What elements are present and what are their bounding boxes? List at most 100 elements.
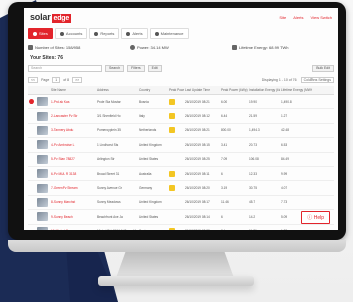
row-pin-icon [28,99,36,105]
toplink-alerts[interactable]: Alerts [293,15,303,20]
table-row[interactable]: 3-Tannery Abdu Pomeroyplein 35 Netherlands… [28,124,334,139]
site-country: Spain [138,229,168,230]
scroll-indicator [310,78,313,81]
pagination: << Page 1 of 8 >> Displaying 1 - 10 of 7… [28,76,334,84]
site-address: Pomeroyplein 35 [97,128,121,133]
site-thumbnail [36,111,50,121]
col-header-lifetime-energy[interactable]: Lifetime Energy (MWh) [280,88,312,92]
logo-prefix: solar [30,11,51,22]
site-address: Arlington Str [97,157,115,162]
site-thumbnail [36,226,50,230]
next-page-button[interactable]: >> [72,77,83,83]
site-name-link[interactable]: 3-Tannery Abdu [50,128,96,132]
peak-power: 800.00 [221,128,231,133]
site-name-link[interactable]: 4-Pv Ambroise L [50,143,96,147]
site-name-link[interactable]: 5-Pv Stan 78827 [50,157,96,161]
summary-sites: Number of Sites: 158/958 [28,44,130,50]
status-badge [168,127,184,134]
table-row[interactable]: 9-Sunny Beach Beachfront Ave Ja United Sta… [28,210,334,225]
toplink-site[interactable]: Site [279,15,286,20]
tab-sites[interactable]: Sites [28,28,53,39]
tab-accounts[interactable]: Accounts [54,28,88,39]
peak-power: 2.4 [220,229,248,230]
status-indicator [169,98,175,105]
prev-page-button[interactable]: << [28,77,39,83]
monitor-screen: solar edge Site Alerts View Switch Sites … [24,8,338,230]
col-header-site-name[interactable]: Site Name [50,88,96,92]
col-header-installation-energy[interactable]: Installation Energy (kWh) [248,88,280,92]
app-topbar: solar edge Site Alerts View Switch [24,8,338,26]
table-row[interactable]: 2-Lancaster Pv Str 3/1 Shenfield Ho Italy 2… [28,109,334,124]
edit-button[interactable]: Edit [147,65,162,72]
lifetime-energy: 4.07 [281,186,288,191]
status-badge [168,170,184,177]
help-label: Help [313,215,324,221]
site-photo [37,197,48,207]
site-name-link[interactable]: 8-Sunny Marchst [50,200,96,204]
installation-energy: 45.7 [249,200,256,205]
page-input[interactable]: 1 [52,77,61,83]
bulk-edit-button[interactable]: Bulk Edit [312,65,334,72]
peak-power: 3.19 [221,186,228,191]
site-name-link[interactable]: 6-Pv MUL R 3138 [50,172,96,176]
last-update: 26/10/2019 08:11 [185,171,210,176]
table-row[interactable]: 1-Prd ak Kas Prole Sta Mostar Bosnia 26/10/… [28,95,334,110]
site-thumbnail [36,183,50,193]
sites-count-icon [28,44,33,50]
site-photo [37,226,48,230]
installation-energy: 20.73 [249,142,257,147]
col-header-country[interactable]: Country [138,88,168,92]
tab-label: Reports [100,31,115,36]
last-update: 26/10/2019 08:21 [185,128,210,133]
site-name-link[interactable]: 7-GreenPv Stream [50,186,96,190]
site-country: Bosnia [139,99,149,104]
site-address: Sunny Avenue Gr [97,186,122,191]
site-address: Prole Sta Mostar [97,99,121,104]
search-input[interactable]: Search [28,65,102,72]
site-thumbnail [36,197,50,207]
site-name-link[interactable]: 1-Prd ak Kas [50,100,96,104]
site-photo [37,140,48,150]
tab-alerts[interactable]: Alerts [121,28,148,39]
table-row[interactable]: 8-Sunny Marchst Sunny Meadows United Kingd… [28,196,334,211]
site-name-link[interactable]: 9-Sunny Beach [50,215,96,219]
col-header-last-update[interactable]: Last Update Time [184,88,220,92]
table-row[interactable]: 5-Pv Stan 78827 Arlington Str United State… [28,153,334,167]
site-address: Beachfront Ave Ja [97,214,123,219]
last-update: 26/10/2019 08:20 [185,186,210,191]
table-row[interactable]: 10-Mistral SprMistral Rd, 5041 N Taxco M… [28,225,334,230]
filters-button[interactable]: Filters [127,65,145,72]
tab-label: Accounts [65,31,83,36]
toplink-view-switch[interactable]: View Switch [311,15,333,20]
page-label: Page [41,78,50,82]
search-button[interactable]: Search [105,65,125,72]
site-country: Netherlands [139,128,157,133]
col-header-peak-power[interactable]: Peak Power (kWp) [220,88,248,92]
help-button[interactable]: ⓘ Help [301,211,330,224]
brand-logo[interactable]: solar edge [30,11,72,23]
site-name-link[interactable]: 2-Lancaster Pv Str [50,114,96,118]
site-photo [37,125,48,135]
site-name-link[interactable]: 10-Mistral Spr [50,229,96,230]
last-update: 26/10/2019 08:14 [185,214,210,219]
table-row[interactable]: 6-Pv MUL R 3138 Broad Street 31 Australia 2… [28,167,334,182]
table-row[interactable]: 4-Pv Ambroise L1 Lindhorst Sts United Kin… [28,138,334,153]
tab-reports[interactable]: Reports [89,28,120,39]
maintenance-icon [154,31,159,36]
summary-sites-text: Number of Sites: 158/958 [35,44,81,50]
col-header-address[interactable]: Address [96,88,138,92]
site-country: United Kingdom [139,142,162,147]
lifetime-energy: 9.99 [281,171,288,176]
tab-maintenance[interactable]: Maintenance [149,28,189,39]
site-photo [37,169,48,179]
status-indicator [169,228,175,230]
col-header-status[interactable]: Peak Power [168,88,184,92]
status-badge [168,185,184,192]
table-row[interactable]: 7-GreenPv Stream Sunny Avenue Gr Germany 26… [28,181,334,196]
accounts-icon [59,31,64,36]
lifetime-energy: 7.73 [281,200,288,205]
site-country: United Kingdom [139,200,162,205]
columns-settings-button[interactable]: Columns Settings [300,77,334,83]
last-update: 26/10/2019 08:17 [185,200,210,205]
tab-label: Alerts [132,31,143,36]
